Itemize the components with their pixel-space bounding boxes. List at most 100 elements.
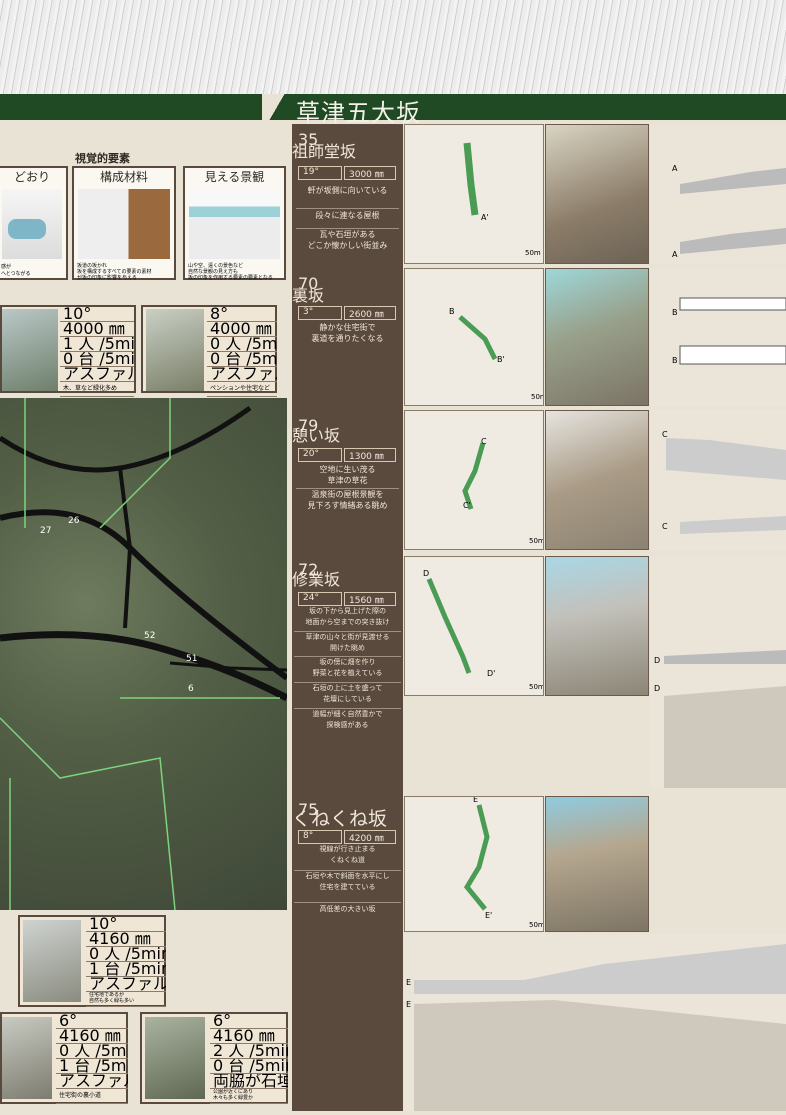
slope-length: 2600 ㎜ xyxy=(344,306,396,320)
scale-label: 50m xyxy=(529,537,544,545)
road-network xyxy=(0,398,287,910)
slope-photo-5 xyxy=(545,796,649,932)
map-label: 26 xyxy=(68,516,80,526)
wall-sketch-illustration xyxy=(78,189,170,259)
slope-card-1: 35 祖師堂坂 19° 3000 ㎜ 軒が坂側に向いている 段々に連なる屋根 瓦… xyxy=(292,124,403,264)
slope-length: 3000 ㎜ xyxy=(344,166,396,180)
section-drawing-a: A A xyxy=(650,124,786,264)
title-band-notch xyxy=(262,94,292,120)
slope-angle: 24° xyxy=(298,592,342,606)
visual-panel-title: 構成材料 xyxy=(99,170,148,184)
info-row-material: アスファルト xyxy=(207,367,277,382)
scale-label: 50m xyxy=(525,249,541,257)
slope-desc: 道幅が細く自然豊かで 探検感がある xyxy=(294,708,401,731)
slope-desc: 草津の山々と街が見渡せる 開けた眺め xyxy=(294,631,401,654)
aerial-map: 27 26 52 51 6 xyxy=(0,398,287,910)
section-label: B xyxy=(672,308,678,317)
slope-desc: 坂の傍に畑を作り 野菜と花を植えている xyxy=(294,656,401,679)
map-label: 52 xyxy=(144,631,156,641)
section-label: A xyxy=(672,164,678,173)
info-row-slope: 6° xyxy=(210,1014,288,1029)
info-row-material: 両脇が石垣 xyxy=(210,1074,288,1089)
info-row-scenery: 住宅地であるが 自然も多く緑も多い xyxy=(86,992,166,1007)
slope-desc: 軒が坂側に向いている xyxy=(307,186,388,195)
info-card-3: 10° 4160 ㎜ 0 人 /5min 1 台 /5min アスファルト 住宅… xyxy=(18,915,166,1007)
map-label: 27 xyxy=(40,526,52,536)
slope-name: くねくね坂 xyxy=(292,808,388,830)
car-sketch-illustration xyxy=(2,189,62,259)
info-card-5: 6° 4160 ㎜ 2 人 /5min 0 台 /5min 両脇が石垣 公園が近… xyxy=(140,1012,288,1104)
visual-panel-caption: 感が へとつながる xyxy=(1,264,31,277)
slope-name: 修業坂 xyxy=(292,570,341,589)
map-label: 6 xyxy=(188,684,194,694)
section-label: E xyxy=(406,1000,412,1009)
slope-photo-2 xyxy=(545,268,649,406)
slope-card-5: 75 くねくね坂 8° 4200 ㎜ 視線が行き止まる くねくね道 石垣や木で斜… xyxy=(292,796,403,926)
info-row-width: 4160 ㎜ xyxy=(86,932,166,947)
info-row-scenery: ペンションや住宅など xyxy=(207,382,277,397)
section-drawing-d: D D xyxy=(650,556,786,788)
scale-label: 50m xyxy=(529,921,544,929)
map-marker: D' xyxy=(487,669,496,678)
info-row-people: 0 人 /5min xyxy=(86,947,166,962)
slope-name: 裏坂 xyxy=(292,286,325,305)
info-row-material: アスファルト xyxy=(60,367,134,382)
info-row-slope: 10° xyxy=(86,917,166,932)
map-label: 51 xyxy=(186,654,198,664)
map-marker: C' xyxy=(463,501,471,510)
info-row-width: 4160 ㎜ xyxy=(56,1029,128,1044)
info-row-cars: 1 台 /5min xyxy=(56,1059,128,1074)
slope-desc: 温泉街の屋根景観を 見下ろす情緒ある眺め xyxy=(296,488,399,511)
section-label: D xyxy=(654,684,661,693)
map-marker: E xyxy=(473,796,479,804)
section-label: D xyxy=(654,656,661,665)
page-title: 草津五大坂 xyxy=(296,99,421,127)
section-drawing-c: C C xyxy=(650,410,786,550)
slope-length: 1560 ㎜ xyxy=(344,592,396,606)
info-card-photo xyxy=(146,309,204,391)
slope-length: 4200 ㎜ xyxy=(344,830,396,844)
visual-panel-caption: 坂道の坂かれ 坂を構成するすべての要素の素材 が坂の印象に影響を与える xyxy=(77,263,152,281)
info-row-cars: 1 台 /5min xyxy=(86,962,166,977)
slope-map-1: A' 50m xyxy=(404,124,544,264)
section-drawing-b: B B xyxy=(650,268,786,406)
slope-map-3: C C' 50m xyxy=(404,410,544,550)
info-card-photo xyxy=(145,1017,205,1099)
info-row-people: 0 人 /5min xyxy=(207,337,277,352)
info-card-photo xyxy=(23,920,81,1002)
slope-name: 憩い坂 xyxy=(292,426,341,445)
info-card-4: 6° 4160 ㎜ 0 人 /5min 1 台 /5min アスファルト 住宅街… xyxy=(0,1012,128,1104)
info-row-cars: 0 台 /5min xyxy=(210,1059,288,1074)
section-drawing-e: E E xyxy=(404,934,786,1111)
info-card-photo xyxy=(2,1017,52,1099)
info-row-slope: 10° xyxy=(60,307,134,322)
info-row-people: 1 人 /5min xyxy=(60,337,134,352)
section-label: A xyxy=(672,250,678,259)
scale-label: 50m xyxy=(529,683,544,691)
slope-desc: 空地に生い茂る 草津の草花 xyxy=(319,465,376,485)
slope-photo-1 xyxy=(545,124,649,264)
info-row-slope: 8° xyxy=(207,307,277,322)
scale-label: 50m xyxy=(531,393,543,401)
visual-elements-heading: 視覚的要素 xyxy=(75,152,130,165)
slope-desc: 高低差の大きい坂 xyxy=(294,902,401,916)
info-row-scenery: 公園が近くにあり 木々も多く緑豊か xyxy=(210,1089,288,1104)
slope-desc: 坂の下から見上げた際の 地面から空までの突き抜け xyxy=(305,607,390,626)
slope-length: 1300 ㎜ xyxy=(344,448,396,462)
visual-panel-title: どおり xyxy=(13,170,50,184)
slope-map-5: E E' 50m xyxy=(404,796,544,932)
slope-map-4: D D' 50m xyxy=(404,556,544,696)
visual-panel-caption: 山や空、遠くの景色など 自然な景観の見え方も 坂の印象を作用する要素の要素となる xyxy=(188,263,273,281)
slope-angle: 3° xyxy=(298,306,342,320)
slope-card-3: 79 憩い坂 20° 1300 ㎜ 空地に生い茂る 草津の草花 温泉街の屋根景観… xyxy=(292,410,403,550)
slope-desc: 石垣の上に土を盛って 花壇にしている xyxy=(294,682,401,705)
slope-angle: 8° xyxy=(298,830,342,844)
slope-desc: 石垣や木で斜面を水平にし 住宅を建てている xyxy=(294,870,401,893)
section-label: C xyxy=(662,522,668,531)
info-row-people: 2 人 /5min xyxy=(210,1044,288,1059)
visual-panel-title: 見える景観 xyxy=(204,170,265,184)
info-row-width: 4160 ㎜ xyxy=(210,1029,288,1044)
info-card-2: 8° 4000 ㎜ 0 人 /5min 0 台 /5min アスファルト ペンシ… xyxy=(141,305,277,397)
slope-angle: 19° xyxy=(298,166,342,180)
visual-panel-materials: 構成材料 坂道の坂かれ 坂を構成するすべての要素の素材 が坂の印象に影響を与える xyxy=(72,166,176,281)
